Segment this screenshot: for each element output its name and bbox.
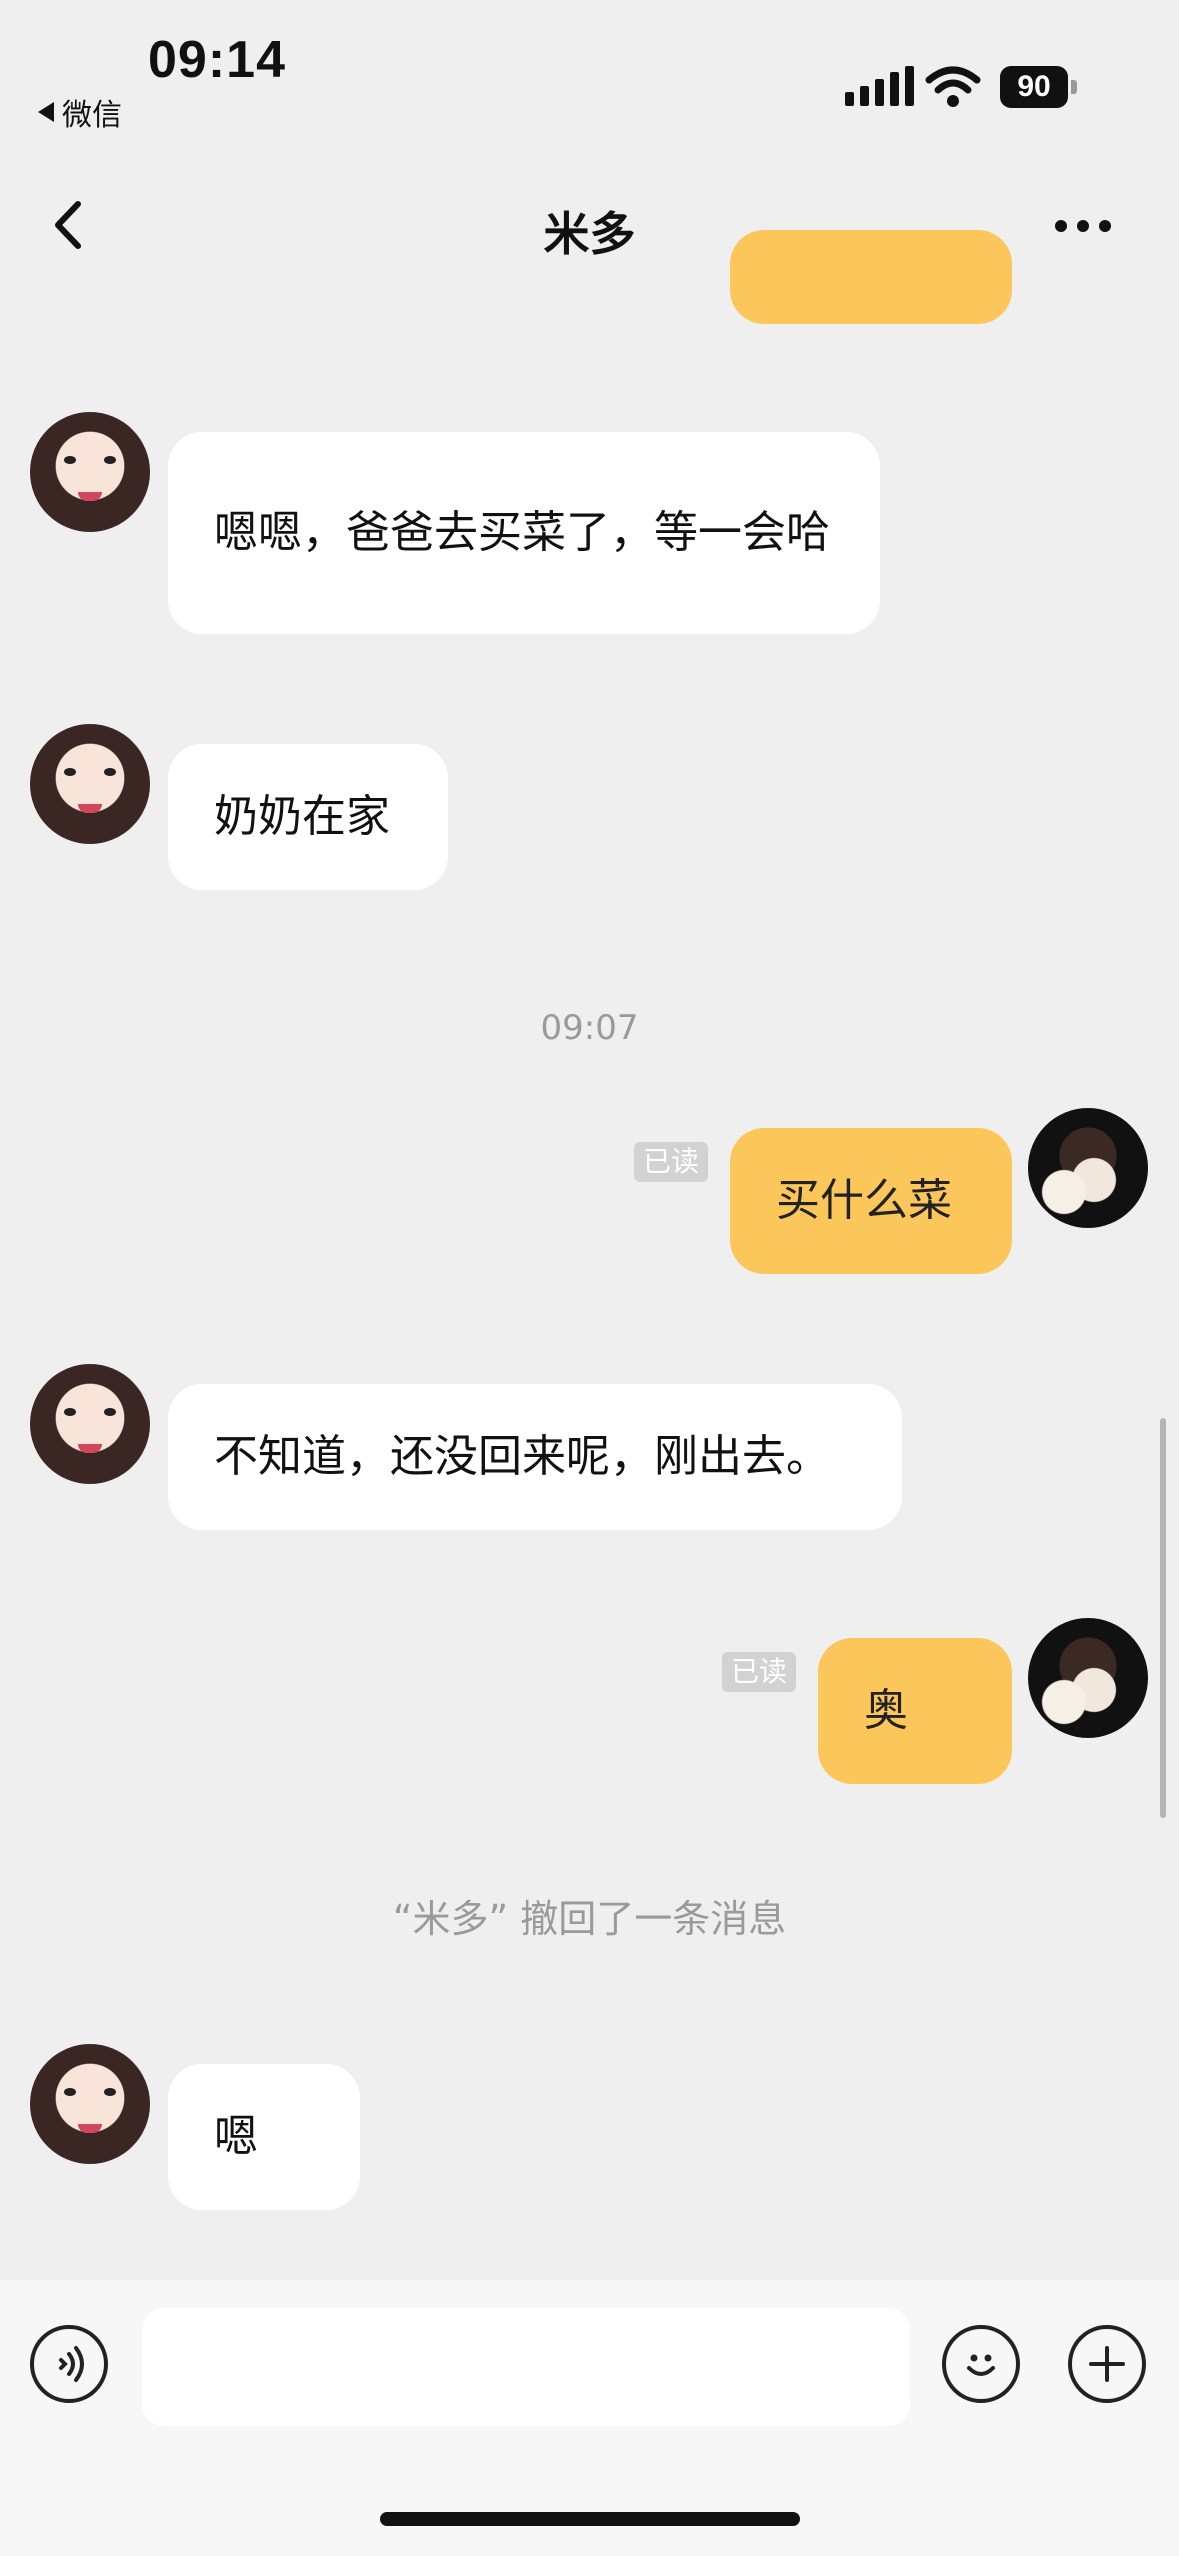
battery-icon: 90 [1000,66,1068,108]
status-bar: 09:14 微信 90 [0,0,1179,150]
back-app-label: 微信 [62,98,122,133]
message-text: 奥 [864,1685,908,1736]
contact-avatar[interactable] [30,724,150,844]
home-indicator[interactable] [380,2512,800,2526]
message-text: 嗯嗯，爸爸去买菜了，等一会哈 [214,507,830,558]
user-avatar[interactable] [1028,1618,1148,1738]
message-bubble[interactable]: 奥 [818,1638,1012,1784]
message-bubble[interactable]: 嗯嗯，爸爸去买菜了，等一会哈 [168,432,880,634]
message-input[interactable] [142,2308,910,2426]
read-receipt-badge: 已读 [722,1652,797,1692]
battery-cap [1071,80,1077,94]
emoji-button[interactable] [942,2325,1020,2403]
user-avatar[interactable] [1028,1108,1148,1228]
contact-avatar[interactable] [30,1364,150,1484]
message-bubble[interactable]: 奶奶在家 [168,744,448,890]
message-text: 买什么菜 [776,1175,952,1226]
smiley-icon [967,2354,995,2376]
back-triangle-icon [38,102,54,122]
cellular-signal-icon [845,66,914,106]
more-actions-button[interactable] [1068,2325,1146,2403]
more-options-icon[interactable] [1055,220,1111,232]
status-time: 09:14 [148,31,286,89]
voice-input-button[interactable] [30,2325,108,2403]
message-text: 不知道，还没回来呢，刚出去。 [214,1431,830,1482]
wifi-icon [925,66,981,107]
scroll-indicator[interactable] [1160,1418,1166,1818]
contact-avatar[interactable] [30,2044,150,2164]
recall-notice: “米多” 撤回了一条消息 [392,1897,787,1941]
back-to-app-link[interactable]: 微信 [38,90,122,134]
message-text: 嗯 [214,2111,258,2162]
message-bubble[interactable]: 买什么菜 [730,1128,1012,1274]
plus-icon [1089,2346,1125,2382]
message-timestamp: 09:07 [540,1008,639,1048]
message-bubble[interactable]: 嗯 [168,2064,360,2210]
partial-message-bubble [730,230,1012,324]
contact-avatar[interactable] [30,412,150,532]
voice-wave-icon [59,2346,84,2382]
message-text: 奶奶在家 [214,791,390,842]
message-bubble[interactable]: 不知道，还没回来呢，刚出去。 [168,1384,902,1530]
chat-screen: 09:14 微信 90 米多 嗯嗯，爸爸去买菜了，等一会哈 奶奶在家 09:07… [0,0,1179,2556]
read-receipt-badge: 已读 [634,1142,709,1182]
